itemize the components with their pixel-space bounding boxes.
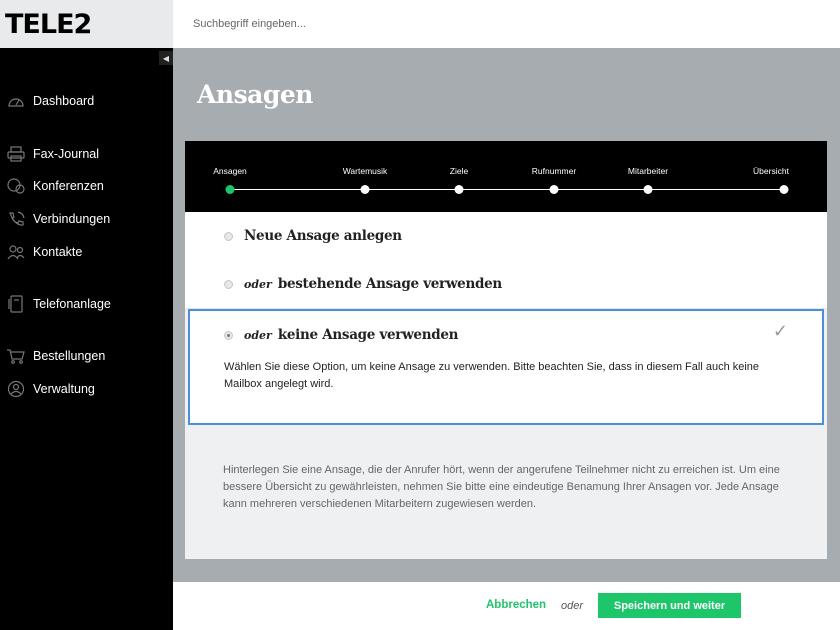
save-and-continue-button[interactable]: Speichern und weiter — [598, 593, 741, 618]
sidebar-item-bestellungen[interactable]: Bestellungen — [6, 347, 105, 365]
step-label-wartemusik: Wartemusik — [342, 166, 388, 176]
stepper-line — [230, 189, 784, 190]
page-title: Ansagen — [197, 80, 313, 109]
footer-or-label: oder — [561, 600, 584, 612]
option-no-announcement[interactable]: oder keine Ansage verwenden ✓ Wählen Sie… — [188, 309, 824, 425]
sidebar-item-telefonanlage[interactable]: Telefonanlage — [6, 295, 111, 313]
option-existing-announcement[interactable]: oder bestehende Ansage verwenden — [185, 260, 827, 309]
tele2-logo[interactable]: TELE2 — [5, 9, 92, 40]
printer-icon — [7, 146, 25, 162]
sidebar-item-dashboard[interactable]: Dashboard — [6, 92, 94, 110]
triangle-left-icon: ◀ — [162, 53, 170, 63]
step-label-ansagen: Ansagen — [213, 166, 247, 176]
conference-icon — [7, 178, 25, 194]
sidebar-item-label: Konferenzen — [33, 179, 104, 193]
sidebar-item-verwaltung[interactable]: Verwaltung — [6, 380, 95, 398]
step-label-mitarbeiter: Mitarbeiter — [627, 166, 669, 176]
radio-button[interactable] — [224, 231, 233, 241]
step-label-uebersicht: Übersicht — [753, 166, 789, 176]
option-label: bestehende Ansage verwenden — [277, 276, 502, 292]
collapse-sidebar-button[interactable]: ◀ — [159, 51, 173, 65]
step-dot-ansagen[interactable] — [225, 185, 235, 194]
option-label: keine Ansage verwenden — [277, 327, 459, 343]
option-description: Wählen Sie diese Option, um keine Ansage… — [224, 361, 760, 390]
phone-system-icon — [8, 295, 23, 313]
cancel-button[interactable]: Abbrechen — [486, 599, 546, 611]
step-label-ziele: Ziele — [449, 166, 469, 176]
info-text: Hinterlegen Sie eine Ansage, die der Anr… — [223, 464, 780, 510]
radio-button[interactable] — [224, 279, 233, 289]
sidebar-item-kontakte[interactable]: Kontakte — [6, 243, 82, 261]
sidebar-item-label: Verwaltung — [33, 382, 95, 396]
option-label: Neue Ansage anlegen — [244, 228, 402, 244]
option-new-announcement[interactable]: Neue Ansage anlegen — [185, 212, 827, 261]
sidebar-item-verbindungen[interactable]: Verbindungen — [6, 210, 110, 228]
cart-icon — [7, 349, 25, 364]
option-prefix: oder — [244, 328, 272, 342]
step-dot-mitarbeiter[interactable] — [643, 185, 653, 194]
search-input[interactable] — [193, 18, 493, 30]
footer-bar: Abbrechen oder Speichern und weiter — [173, 582, 840, 630]
step-dot-uebersicht[interactable] — [779, 185, 789, 194]
search-bar — [173, 0, 840, 48]
step-label-rufnummer: Rufnummer — [531, 166, 577, 176]
sidebar-item-label: Bestellungen — [33, 349, 106, 363]
step-dot-wartemusik[interactable] — [360, 185, 370, 194]
sidebar-item-label: Verbindungen — [33, 212, 111, 226]
step-dot-ziele[interactable] — [454, 185, 464, 194]
sidebar-item-label: Kontakte — [33, 245, 83, 259]
phone-signal-icon — [9, 211, 25, 226]
sidebar-item-fax-journal[interactable]: Fax-Journal — [6, 145, 99, 163]
radio-button-checked[interactable] — [224, 330, 233, 340]
user-circle-icon — [7, 380, 25, 398]
sidebar-item-label: Telefonanlage — [33, 297, 111, 311]
speedometer-icon — [8, 98, 24, 107]
wizard-stepper: Ansagen Wartemusik Ziele Rufnummer Mitar… — [185, 141, 827, 212]
option-prefix: oder — [244, 277, 272, 291]
sidebar: ◀ Dashboard Fax-Journal Konferenzen Verb… — [0, 48, 173, 630]
checkmark-icon: ✓ — [772, 321, 788, 341]
logo-area: TELE2 — [0, 0, 173, 48]
wizard-panel: Ansagen Wartemusik Ziele Rufnummer Mitar… — [185, 141, 827, 559]
sidebar-item-label: Dashboard — [33, 94, 95, 108]
contacts-icon — [7, 245, 25, 260]
sidebar-item-konferenzen[interactable]: Konferenzen — [6, 177, 104, 195]
sidebar-item-label: Fax-Journal — [33, 147, 99, 161]
step-dot-rufnummer[interactable] — [549, 185, 559, 194]
